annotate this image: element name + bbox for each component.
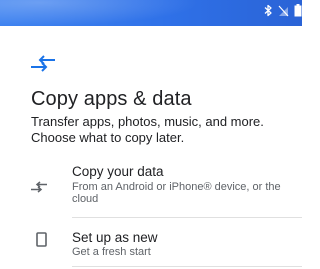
transfer-arrows-icon [30,180,48,198]
signal-off-icon [278,4,289,22]
bluetooth-icon [263,4,273,22]
set-up-as-new-option[interactable]: Set up as new Get a fresh start [0,218,302,265]
status-bar-glow [0,0,200,26]
copy-your-data-label: Copy your data [72,164,164,179]
status-icons [263,4,302,22]
battery-icon [294,4,302,22]
copy-your-data-option[interactable]: Copy your data From an Android or iPhone… [0,156,302,216]
page-title: Copy apps & data [31,88,192,110]
transfer-arrows-icon [30,55,56,73]
set-up-as-new-subtitle: Get a fresh start [72,246,151,258]
divider [72,266,302,267]
set-up-as-new-label: Set up as new [72,230,158,245]
phone-icon [36,232,47,252]
status-bar [0,0,302,26]
copy-your-data-subtitle: From an Android or iPhone® device, or th… [72,181,281,205]
page-description: Transfer apps, photos, music, and more. … [31,114,264,145]
